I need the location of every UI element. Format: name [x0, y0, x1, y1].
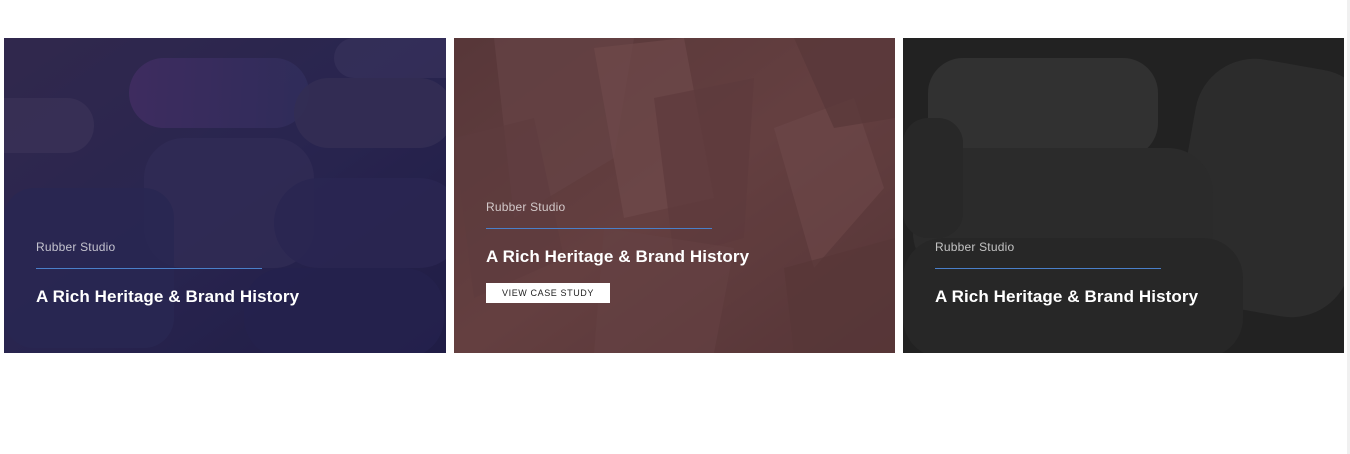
case-study-card[interactable]: Rubber Studio A Rich Heritage & Brand Hi… [454, 38, 895, 353]
case-study-grid: Rubber Studio A Rich Heritage & Brand Hi… [4, 38, 1344, 353]
card-overlay [454, 38, 895, 353]
card-divider [486, 228, 712, 229]
view-case-study-button[interactable]: VIEW CASE STUDY [486, 283, 611, 303]
card-category: Rubber Studio [935, 240, 1015, 254]
card-title[interactable]: A Rich Heritage & Brand History [486, 247, 871, 267]
card-divider [935, 268, 1161, 269]
page: Rubber Studio A Rich Heritage & Brand Hi… [0, 0, 1350, 454]
card-divider [36, 268, 262, 269]
card-content: Rubber Studio A Rich Heritage & Brand Hi… [935, 240, 1320, 307]
card-content: Rubber Studio A Rich Heritage & Brand Hi… [486, 200, 871, 303]
case-study-card[interactable]: Rubber Studio A Rich Heritage & Brand Hi… [4, 38, 446, 353]
card-title[interactable]: A Rich Heritage & Brand History [935, 287, 1320, 307]
card-category: Rubber Studio [486, 200, 566, 214]
card-title[interactable]: A Rich Heritage & Brand History [36, 287, 422, 307]
case-study-card[interactable]: Rubber Studio A Rich Heritage & Brand Hi… [903, 38, 1344, 353]
card-content: Rubber Studio A Rich Heritage & Brand Hi… [36, 240, 422, 307]
card-category: Rubber Studio [36, 240, 116, 254]
